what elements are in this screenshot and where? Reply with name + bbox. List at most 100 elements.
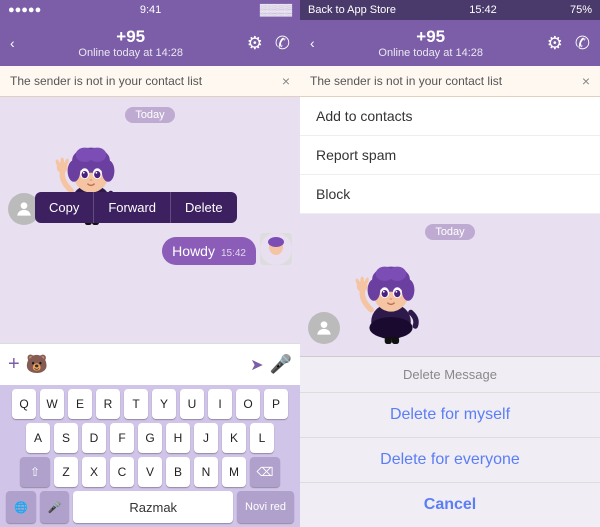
message-time: 15:42	[221, 248, 246, 259]
right-back-appstore[interactable]: Back to App Store	[308, 4, 396, 16]
key-m[interactable]: M	[222, 457, 246, 487]
left-date-badge: Today	[0, 105, 300, 123]
message-input[interactable]	[54, 357, 244, 373]
left-status-left: ●●●●●	[8, 4, 41, 16]
key-j[interactable]: J	[194, 423, 218, 453]
left-warning-bar: The sender is not in your contact list ×	[0, 66, 300, 97]
left-time: 9:41	[140, 4, 161, 16]
key-space[interactable]: Razmak	[73, 491, 233, 523]
plus-button[interactable]: +	[8, 353, 20, 376]
dropdown-menu: Add to contacts Report spam Block	[300, 97, 600, 214]
key-e[interactable]: E	[68, 389, 92, 419]
key-r[interactable]: R	[96, 389, 120, 419]
forward-button[interactable]: Forward	[94, 192, 171, 223]
left-back-button[interactable]: ‹	[10, 35, 15, 51]
right-avatar	[308, 312, 340, 344]
key-q[interactable]: Q	[12, 389, 36, 419]
key-p[interactable]: P	[264, 389, 288, 419]
sent-message: Howdy 15:42	[0, 229, 300, 269]
key-t[interactable]: T	[124, 389, 148, 419]
warning-text: The sender is not in your contact list	[10, 74, 202, 88]
battery-icon: ▓▓▓▓	[260, 4, 292, 16]
send-button[interactable]: ➤	[250, 355, 263, 375]
key-o[interactable]: O	[236, 389, 260, 419]
delete-button[interactable]: Delete	[171, 192, 237, 223]
right-sticker-girl-svg	[346, 254, 436, 344]
key-i[interactable]: I	[208, 389, 232, 419]
delete-for-myself-button[interactable]: Delete for myself	[300, 393, 600, 438]
right-header-subtitle: Online today at 14:28	[378, 47, 483, 59]
key-d[interactable]: D	[82, 423, 106, 453]
call-icon[interactable]: ✆	[275, 33, 290, 54]
key-n[interactable]: N	[194, 457, 218, 487]
key-b[interactable]: B	[166, 457, 190, 487]
left-header-subtitle: Online today at 14:28	[78, 47, 183, 59]
key-backspace[interactable]: ⌫	[250, 457, 280, 487]
delete-dialog: Delete Message Delete for myself Delete …	[300, 356, 600, 527]
message-sticker-thumb	[260, 233, 292, 265]
delete-for-everyone-button[interactable]: Delete for everyone	[300, 438, 600, 483]
right-time: 15:42	[469, 4, 497, 16]
right-battery: 75%	[570, 4, 592, 16]
right-back-button[interactable]: ‹	[310, 35, 315, 51]
left-header: ‹ +95 Online today at 14:28 ⚙ ✆	[0, 20, 300, 66]
right-sticker-message	[300, 250, 600, 348]
right-warning-text: The sender is not in your contact list	[310, 74, 502, 88]
key-globe[interactable]: 🌐	[6, 491, 36, 523]
left-status-bar: ●●●●● 9:41 ▓▓▓▓	[0, 0, 300, 20]
left-header-icons: ⚙ ✆	[247, 33, 290, 54]
key-c[interactable]: C	[110, 457, 134, 487]
key-v[interactable]: V	[138, 457, 162, 487]
message-text: Howdy	[172, 243, 215, 259]
right-date-badge: Today	[300, 222, 600, 240]
dropdown-report-spam[interactable]: Report spam	[300, 136, 600, 175]
left-header-title: +95	[78, 27, 183, 47]
dropdown-block[interactable]: Block	[300, 175, 600, 213]
left-status-right: ▓▓▓▓	[260, 4, 292, 16]
keyboard-row-2: A S D F G H J K L	[2, 423, 298, 453]
settings-icon[interactable]: ⚙	[247, 33, 263, 54]
keyboard-row-3: ⇧ Z X C V B N M ⌫	[2, 457, 298, 487]
key-g[interactable]: G	[138, 423, 162, 453]
key-shift[interactable]: ⇧	[20, 457, 50, 487]
key-y[interactable]: Y	[152, 389, 176, 419]
key-k[interactable]: K	[222, 423, 246, 453]
right-header-icons: ⚙ ✆	[547, 33, 590, 54]
cancel-button[interactable]: Cancel	[300, 483, 600, 527]
key-s[interactable]: S	[54, 423, 78, 453]
left-panel: ●●●●● 9:41 ▓▓▓▓ ‹ +95 Online today at 14…	[0, 0, 300, 527]
delete-dialog-title: Delete Message	[300, 357, 600, 393]
signal-icon: ●●●●●	[8, 4, 41, 16]
message-bubble: Howdy 15:42	[162, 237, 256, 265]
key-x[interactable]: X	[82, 457, 106, 487]
context-menu: Copy Forward Delete	[35, 192, 237, 223]
dropdown-add-contacts[interactable]: Add to contacts	[300, 97, 600, 136]
left-chat-area: Today	[0, 97, 300, 343]
right-header-title: +95	[378, 27, 483, 47]
key-h[interactable]: H	[166, 423, 190, 453]
left-input-bar: + 🐻 ➤ 🎤	[0, 343, 300, 385]
copy-button[interactable]: Copy	[35, 192, 94, 223]
right-panel: Back to App Store 15:42 75% ‹ +95 Online…	[300, 0, 600, 527]
right-warning-close-button[interactable]: ×	[582, 73, 590, 89]
key-w[interactable]: W	[40, 389, 64, 419]
right-call-icon[interactable]: ✆	[575, 33, 590, 54]
right-settings-icon[interactable]: ⚙	[547, 33, 563, 54]
emoji-button[interactable]: 🐻	[26, 354, 48, 375]
right-header-center: +95 Online today at 14:28	[378, 27, 483, 59]
key-u[interactable]: U	[180, 389, 204, 419]
key-a[interactable]: A	[26, 423, 50, 453]
key-l[interactable]: L	[250, 423, 274, 453]
key-mic[interactable]: 🎤	[40, 491, 70, 523]
right-warning-bar: The sender is not in your contact list ×	[300, 66, 600, 97]
right-status-bar: Back to App Store 15:42 75%	[300, 0, 600, 20]
left-header-center: +95 Online today at 14:28	[78, 27, 183, 59]
key-z[interactable]: Z	[54, 457, 78, 487]
key-return[interactable]: Novi red	[237, 491, 294, 523]
key-f[interactable]: F	[110, 423, 134, 453]
mic-button[interactable]: 🎤	[270, 354, 292, 375]
keyboard: Q W E R T Y U I O P A S D F G H J K L ⇧ …	[0, 385, 300, 527]
right-chat-area: Today	[300, 214, 600, 527]
keyboard-bottom-row: 🌐 🎤 Razmak Novi red	[2, 491, 298, 523]
warning-close-button[interactable]: ×	[282, 73, 290, 89]
